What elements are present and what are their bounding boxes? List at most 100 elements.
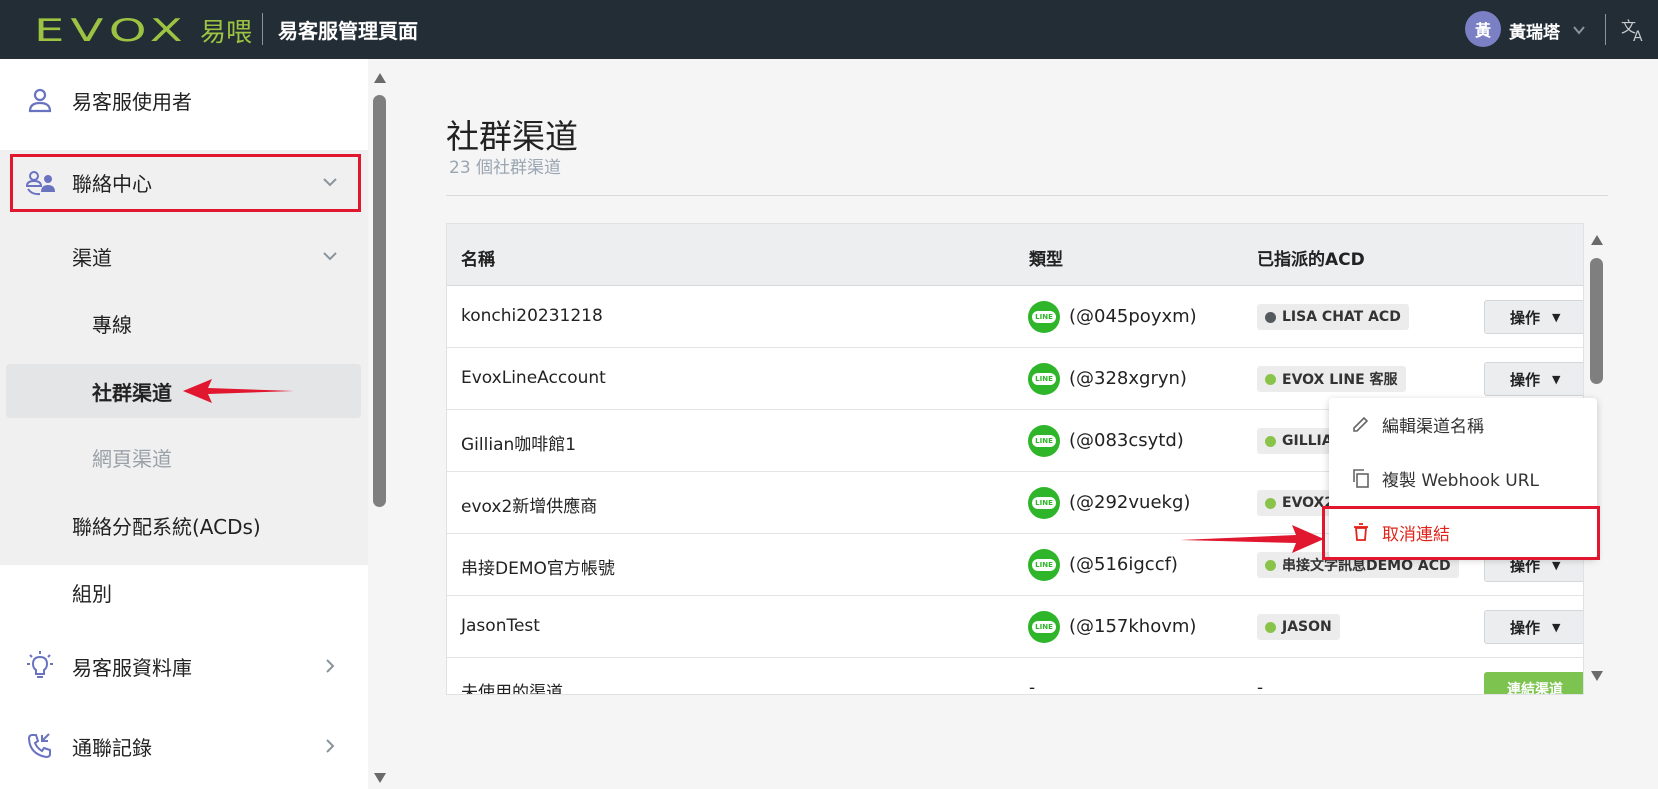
channel-type: (@328xgryn) [1069,368,1187,389]
chevron-down-icon[interactable] [1572,23,1586,37]
status-dot [1265,311,1276,323]
operation-label: 操作 [1510,618,1541,637]
operation-button[interactable]: 操作 ▼ [1484,610,1583,644]
sidebar-item-hotline[interactable]: 專線 [0,301,368,345]
acd-label: EVOX LINE 客服 [1282,372,1398,388]
line-icon: LINE [1028,487,1060,519]
table-row: JasonTest LINE (@157khovm) JASON 操作 ▼ [447,596,1583,658]
sidebar-item-label: 渠道 [72,245,112,270]
channel-type: (@516igccf) [1069,554,1178,575]
acd-badge: EVOX LINE 客服 [1257,366,1406,392]
user-icon [28,88,52,113]
line-icon: LINE [1028,363,1060,395]
line-icon: LINE [1028,549,1060,581]
logo-text: EVOX [34,12,189,49]
line-icon-label: LINE [1032,621,1056,633]
copy-icon [1353,469,1369,488]
operation-button[interactable]: 操作 ▼ [1484,300,1583,334]
page-title: 社群渠道 [446,117,578,156]
status-dot [1265,621,1276,633]
table-row: konchi20231218 LINE (@045poyxm) LISA CHA… [447,286,1583,348]
status-dot [1265,559,1276,571]
sidebar-item-call-log[interactable]: 通聯記錄 [0,724,368,768]
caret-down-icon: ▼ [1552,620,1561,634]
scroll-down-icon[interactable] [1590,670,1604,682]
column-header-acd: 已指派的ACD [1257,250,1365,270]
sidebar-item-channels[interactable]: 渠道 [0,234,368,278]
menu-item-copy-webhook[interactable]: 複製 Webhook URL [1329,452,1597,504]
operation-label: 操作 [1510,370,1541,389]
status-dot [1265,373,1276,385]
column-header-type: 類型 [1029,250,1063,270]
evox-logo[interactable]: EVOX 易喂 [34,12,252,49]
status-dot [1265,435,1276,447]
channel-type: (@045poyxm) [1069,306,1197,327]
table-header: 名稱 類型 已指派的ACD [447,224,1583,286]
chevron-right-icon [326,659,335,673]
menu-item-label: 編輯渠道名稱 [1382,416,1484,437]
scroll-up-icon[interactable] [373,72,387,84]
user-name[interactable]: 黃瑞塔 [1509,18,1560,43]
top-bar: EVOX 易喂 易客服管理頁面 黃 黃瑞塔 文 A [0,0,1658,59]
sidebar-item-acds[interactable]: 聯絡分配系統(ACDs) [0,503,368,547]
acd-badge: LISA CHAT ACD [1257,304,1409,330]
sidebar-item-label: 組別 [72,581,112,606]
scroll-down-icon[interactable] [373,772,387,784]
channel-name: EvoxLineAccount [461,368,606,388]
channel-name: evox2新增供應商 [461,497,598,517]
line-icon: LINE [1028,425,1060,457]
channel-name: 未使用的渠道 [461,683,563,695]
divider [446,195,1608,196]
line-icon-label: LINE [1032,311,1056,323]
lightbulb-icon [27,651,53,678]
acd-badge: JASON [1257,614,1340,640]
header-divider-2 [1605,14,1606,45]
channel-type: - [1029,678,1036,695]
phone-log-icon [27,733,51,759]
menu-item-label: 複製 Webhook URL [1382,470,1540,491]
line-icon: LINE [1028,301,1060,333]
page-header-title: 易客服管理頁面 [278,19,418,43]
chevron-right-icon [326,739,335,753]
line-icon-label: LINE [1032,435,1056,447]
avatar[interactable]: 黃 [1465,11,1501,47]
status-dot [1265,497,1276,509]
table-row: 未使用的渠道 - - 連結渠道 [447,658,1583,695]
channel-name: 串接DEMO官方帳號 [461,559,615,579]
sidebar-item-label: 易客服資料庫 [72,655,192,680]
sidebar-item-users[interactable]: 易客服使用者 [0,78,368,122]
line-icon-label: LINE [1032,373,1056,385]
sidebar-item-label: 社群渠道 [92,380,172,405]
line-icon-label: LINE [1032,497,1056,509]
acd-label: LISA CHAT ACD [1282,309,1401,325]
sidebar-item-label: 專線 [92,312,132,337]
caret-down-icon: ▼ [1552,372,1561,386]
channel-name: JasonTest [461,616,540,636]
sidebar-item-knowledge-base[interactable]: 易客服資料庫 [0,644,368,688]
menu-item-edit-channel-name[interactable]: 編輯渠道名稱 [1329,398,1597,450]
channel-type: (@292vuekg) [1069,492,1191,513]
page-subtitle: 23 個社群渠道 [449,158,562,178]
svg-text:A: A [1633,29,1643,43]
sidebar-item-groups[interactable]: 組別 [0,570,368,614]
operation-label: 操作 [1510,308,1541,327]
pencil-icon [1353,416,1369,432]
contact-center-highlight [10,154,361,212]
column-header-name: 名稱 [461,250,495,270]
scroll-up-icon[interactable] [1590,234,1604,246]
sidebar-item-label: 通聯記錄 [72,735,152,760]
sidebar-item-label: 易客服使用者 [72,89,192,114]
table-scrollbar-thumb[interactable] [1590,258,1603,384]
sidebar-scrollbar-thumb[interactable] [373,95,386,507]
connect-channel-button[interactable]: 連結渠道 [1484,672,1583,694]
acd-label: - [1257,678,1264,695]
sidebar-item-label: 網頁渠道 [92,446,172,471]
operation-button[interactable]: 操作 ▼ [1484,362,1583,396]
annotation-arrow-menu [1180,525,1324,553]
line-icon: LINE [1028,611,1060,643]
caret-down-icon: ▼ [1552,558,1561,572]
sidebar-item-web-channels[interactable]: 網頁渠道 [0,435,368,479]
translate-icon[interactable]: 文 A [1620,15,1648,43]
unlink-highlight [1322,506,1600,560]
channel-type: (@157khovm) [1069,616,1197,637]
